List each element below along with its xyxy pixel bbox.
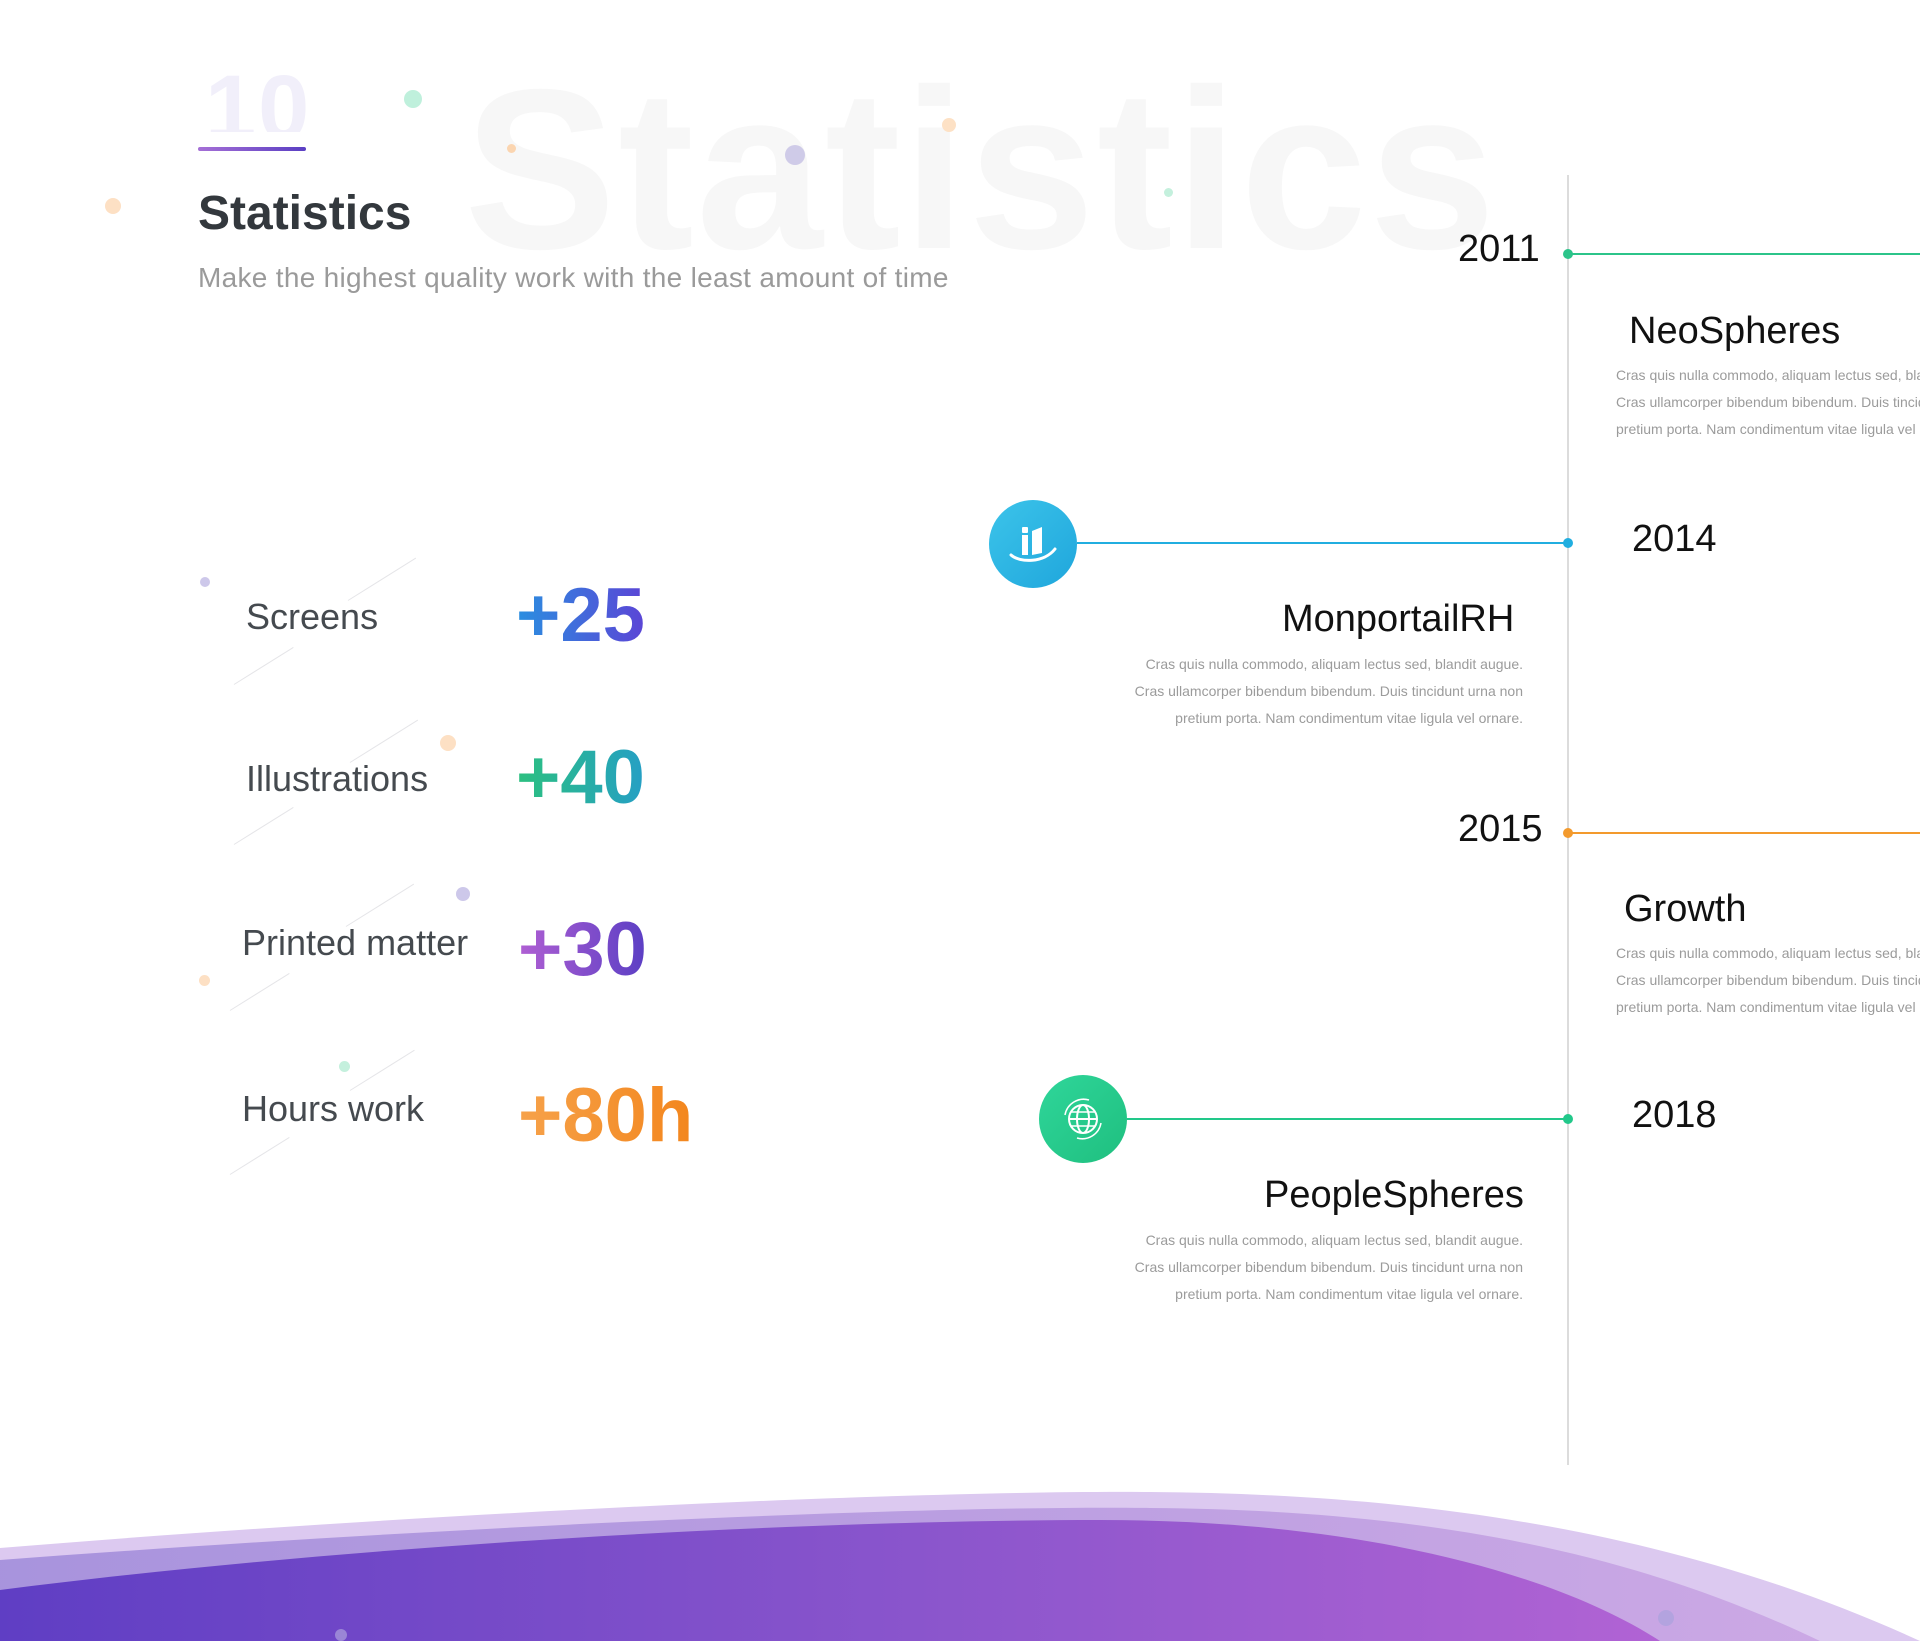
decor-dot xyxy=(404,90,422,108)
decor-dot xyxy=(339,1061,350,1072)
decor-line xyxy=(229,972,290,1011)
decor-dot xyxy=(440,735,456,751)
decor-dot xyxy=(942,118,956,132)
bottom-wave-decoration xyxy=(0,1491,1920,1641)
timeline-connector xyxy=(1568,253,1920,255)
decor-dot xyxy=(200,577,210,587)
decor-line xyxy=(349,719,419,763)
timeline-year: 2014 xyxy=(1632,518,1717,560)
timeline-axis xyxy=(1567,175,1569,1465)
decor-line xyxy=(347,557,417,601)
timeline-node xyxy=(1563,1114,1573,1124)
decor-dot xyxy=(1164,188,1173,197)
stat-value: +25 xyxy=(516,573,645,658)
monportail-logo-icon xyxy=(989,500,1077,588)
timeline-connector xyxy=(1568,832,1920,834)
decor-dot xyxy=(785,145,805,165)
timeline-description: Cras quis nulla commodo, aliquam lectus … xyxy=(1616,367,1920,437)
timeline-connector xyxy=(1077,542,1567,544)
decor-dot xyxy=(105,198,121,214)
section-underline xyxy=(198,147,306,151)
timeline-year: 2018 xyxy=(1632,1094,1717,1136)
timeline-node xyxy=(1563,538,1573,548)
timeline-connector xyxy=(1127,1118,1567,1120)
decor-dot xyxy=(456,887,470,901)
timeline-title: PeopleSpheres xyxy=(1264,1174,1524,1216)
timeline-title: NeoSpheres xyxy=(1629,310,1841,352)
stat-value: +40 xyxy=(516,735,645,820)
timeline-year: 2011 xyxy=(1458,228,1540,270)
section-number: 10 xyxy=(205,62,312,132)
timeline-title: Growth xyxy=(1624,888,1747,930)
stat-label: Printed matter xyxy=(242,922,469,963)
timeline-node xyxy=(1563,828,1573,838)
decor-dot xyxy=(507,144,516,153)
timeline-description: Cras quis nulla commodo, aliquam lectus … xyxy=(1616,945,1920,1015)
decor-line xyxy=(233,646,294,685)
timeline-node xyxy=(1563,249,1573,259)
timeline-description: Cras quis nulla commodo, aliquam lectus … xyxy=(1134,656,1523,726)
decor-line xyxy=(345,883,415,927)
stat-label: Screens xyxy=(246,596,379,637)
page-subtitle: Make the highest quality work with the l… xyxy=(198,262,949,293)
stat-label: Illustrations xyxy=(246,758,429,799)
decor-line xyxy=(233,806,294,845)
timeline-description: Cras quis nulla commodo, aliquam lectus … xyxy=(1134,1232,1523,1302)
stat-value: +30 xyxy=(518,907,647,992)
timeline-title: MonportailRH xyxy=(1282,598,1515,640)
timeline-year: 2015 xyxy=(1458,808,1543,850)
decor-dot xyxy=(199,975,210,986)
stat-label: Hours work xyxy=(242,1088,425,1129)
stat-value: +80h xyxy=(518,1073,694,1158)
decor-line xyxy=(229,1136,290,1175)
page-title: Statistics xyxy=(198,187,412,240)
globe-icon xyxy=(1039,1075,1127,1163)
background-watermark-word: Statistics xyxy=(464,43,1498,297)
decor-line xyxy=(349,1049,415,1091)
